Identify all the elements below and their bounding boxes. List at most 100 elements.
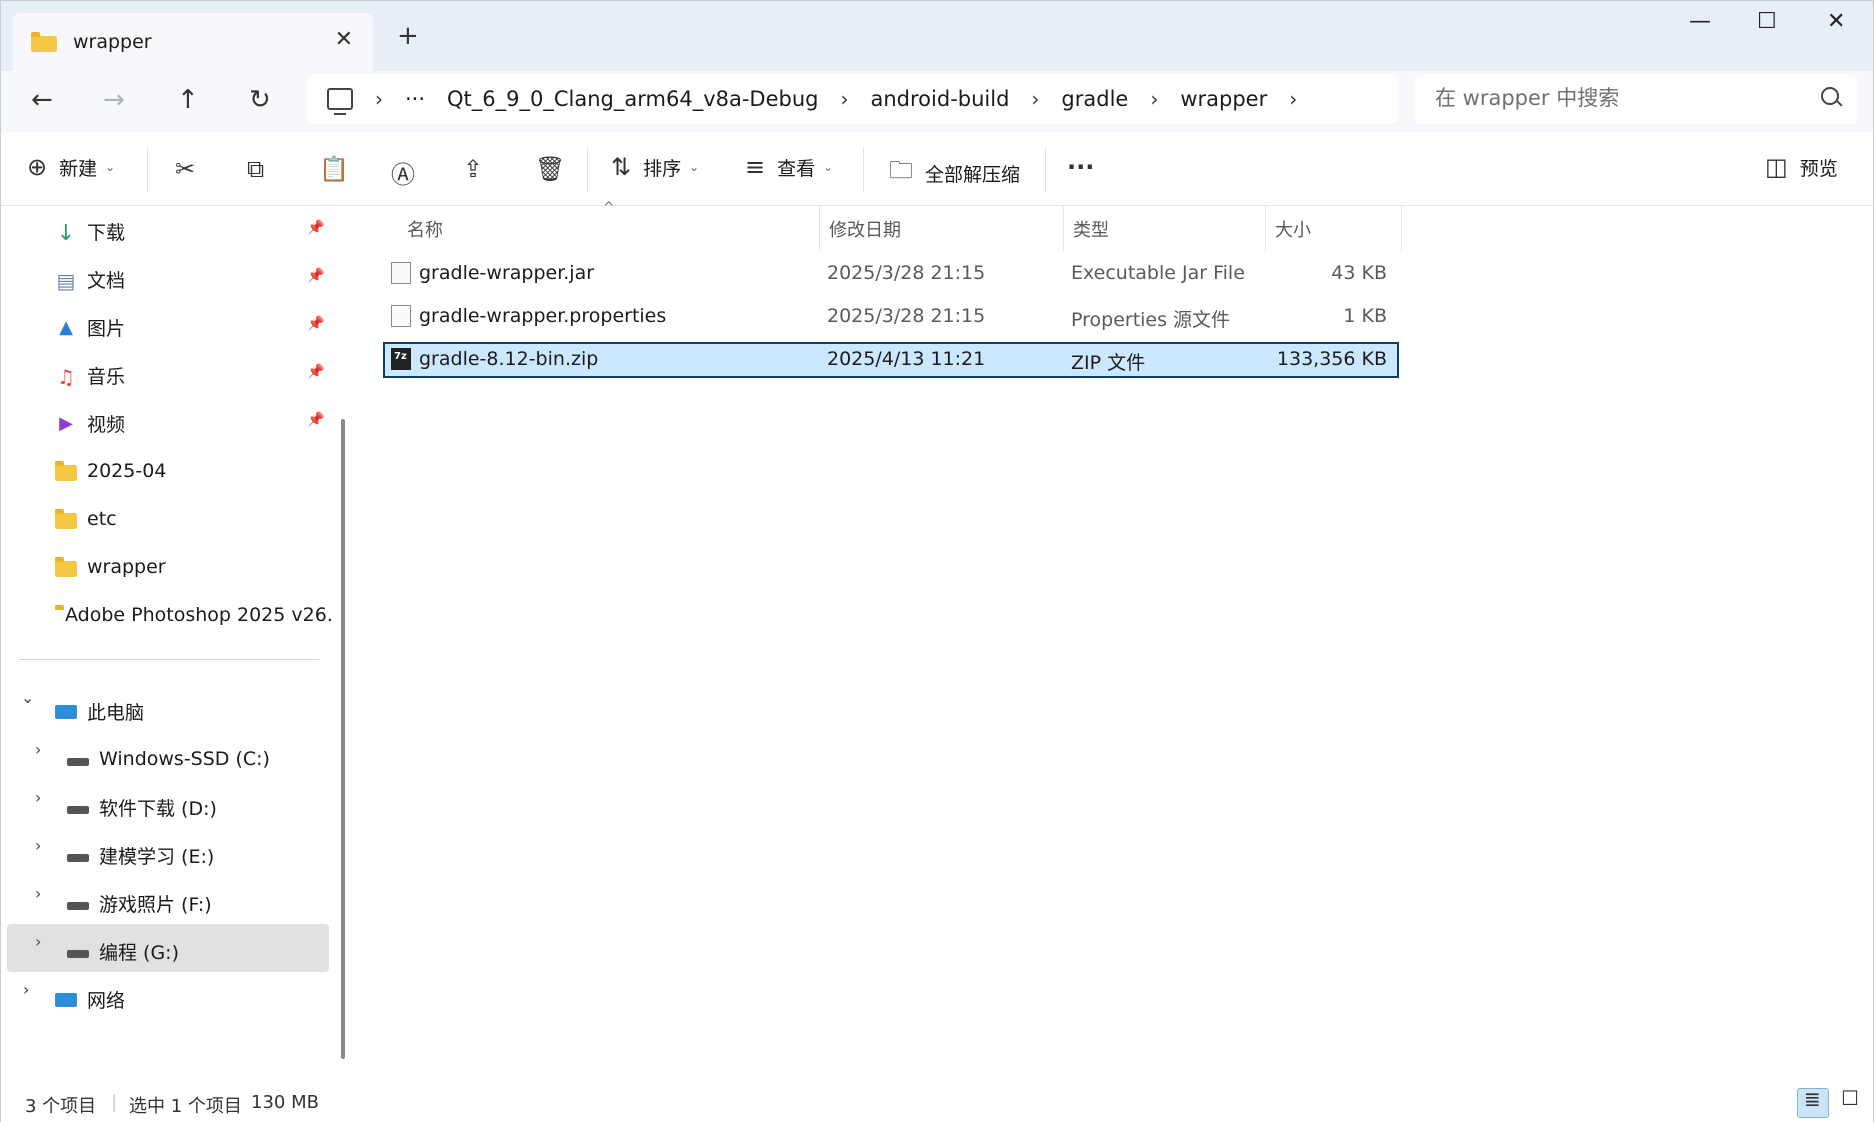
expand-chevron-icon[interactable]: › [35,932,41,951]
refresh-button[interactable]: ↻ [249,85,271,115]
sidebar-item-this-pc[interactable]: 此电脑 [55,688,144,734]
more-options-button[interactable]: ··· [1067,153,1094,181]
search-input[interactable] [1433,85,1797,111]
music-icon: ♫ [57,365,75,389]
cut-icon[interactable]: ✂ [175,155,195,183]
column-header-type[interactable]: 类型 [1073,206,1253,252]
expand-chevron-icon[interactable]: › [35,836,41,855]
pin-icon[interactable]: 📌 [307,364,324,380]
drive-icon [67,854,89,862]
pin-icon[interactable]: 📌 [307,316,324,332]
up-button[interactable]: ↑ [177,85,199,115]
forward-button[interactable]: → [103,85,125,115]
pin-icon[interactable]: 📌 [307,220,324,236]
column-separator[interactable] [1265,206,1266,252]
toolbar-divider [147,147,148,193]
selected-count: 选中 1 个项目 [129,1096,242,1117]
network-icon [55,993,77,1007]
sidebar-item-folder-2025-04[interactable]: 2025-04 [55,448,166,494]
view-button[interactable]: ≡ 查看 ⌄ [745,153,833,181]
sort-button[interactable]: ⇅ 排序 ⌄ [611,153,699,181]
expand-chevron-icon[interactable]: › [35,740,41,759]
chevron-down-icon: ⌄ [105,160,116,174]
table-row[interactable]: gradle-wrapper.properties 2025/3/28 21:1… [383,299,1399,335]
close-tab-button[interactable]: ✕ [335,27,353,52]
copy-icon[interactable]: ⧉ [247,155,264,183]
view-icon: ≡ [745,153,766,181]
sidebar-item-label: 游戏照片 (F:) [99,893,212,916]
column-header-label: 名称 [407,220,443,241]
pin-icon[interactable]: 📌 [307,268,324,284]
breadcrumb-gradle[interactable]: gradle [1061,87,1128,111]
sidebar-item-network[interactable]: 网络 [55,976,125,1022]
column-header-name[interactable]: 名称 [407,206,767,252]
status-bar: 3 个项目 | 选中 1 个项目 130 MB ≣ ☐ [1,1086,1873,1122]
rename-icon[interactable]: Ⓐ [391,155,415,190]
column-header-date[interactable]: 修改日期 [829,206,1049,252]
collapse-chevron-icon[interactable]: ⌄ [21,688,34,707]
toolbar-divider [1045,147,1046,193]
breadcrumb-qt-debug[interactable]: Qt_6_9_0_Clang_arm64_v8a-Debug [447,87,818,111]
file-name: gradle-8.12-bin.zip [419,348,599,370]
sidebar-item-pictures[interactable]: ▲ 图片 [55,304,125,350]
column-header-size[interactable]: 大小 [1275,206,1395,252]
column-separator[interactable] [1063,206,1064,252]
file-date: 2025/4/13 11:21 [827,348,986,370]
breadcrumb-chevron-icon[interactable]: › [1289,87,1297,111]
close-window-button[interactable]: ✕ [1827,9,1845,34]
sidebar-item-folder-wrapper[interactable]: wrapper [55,544,166,590]
sidebar-item-label: 下载 [87,221,126,244]
expand-chevron-icon[interactable]: › [35,788,41,807]
table-row[interactable]: gradle-wrapper.jar 2025/3/28 21:15 Execu… [383,256,1399,292]
sidebar-item-drive-c[interactable]: Windows-SSD (C:) [67,736,270,782]
tiles-view-button[interactable]: ☐ [1835,1086,1865,1116]
sidebar-item-label: 视频 [87,413,126,436]
breadcrumb-android-build[interactable]: android-build [871,87,1010,111]
breadcrumb-overflow[interactable]: ··· [405,87,425,111]
file-list: ^ 名称 修改日期 类型 大小 gradle-wrapper.jar 2025/… [357,200,1873,1086]
expand-chevron-icon[interactable]: › [23,980,29,999]
extract-all-button[interactable]: 🗀 全部解压缩 [889,153,1020,194]
breadcrumb-chevron-icon[interactable]: › [375,87,383,111]
paste-icon[interactable]: 📋 [319,155,349,183]
breadcrumb-chevron-icon[interactable]: › [1150,87,1158,111]
sidebar-item-videos[interactable]: ▶ 视频 [55,400,125,446]
tab-wrapper[interactable]: wrapper ✕ [13,13,373,71]
sidebar-item-drive-g[interactable]: 编程 (G:) [67,928,179,974]
share-icon[interactable]: ⇪ [463,155,483,183]
breadcrumb-chevron-icon[interactable]: › [1031,87,1039,111]
preview-button[interactable]: ◫ 预览 [1765,153,1838,181]
column-separator[interactable] [819,206,820,252]
table-row-selected[interactable]: gradle-8.12-bin.zip 2025/4/13 11:21 ZIP … [383,342,1399,378]
new-tab-button[interactable]: + [397,21,419,51]
search-box[interactable] [1415,75,1857,123]
search-icon[interactable] [1821,87,1839,105]
details-view-button[interactable]: ≣ [1797,1087,1829,1118]
sidebar-scrollbar[interactable] [341,419,345,1059]
file-name: gradle-wrapper.jar [419,262,595,284]
sidebar-item-drive-f[interactable]: 游戏照片 (F:) [67,880,212,926]
new-button[interactable]: ⊕ 新建 ⌄ [27,153,115,181]
sidebar-item-documents[interactable]: ▤ 文档 [55,256,125,302]
expand-chevron-icon[interactable]: › [35,884,41,903]
minimize-button[interactable]: — [1689,9,1711,34]
column-separator[interactable] [1401,206,1402,252]
sidebar-item-music[interactable]: ♫ 音乐 [55,352,125,398]
back-button[interactable]: ← [31,85,53,115]
file-type: Executable Jar File [1071,262,1245,284]
sidebar-item-drive-e[interactable]: 建模学习 (E:) [67,832,214,878]
computer-icon [327,88,353,115]
delete-icon[interactable]: 🗑 [535,155,565,183]
maximize-button[interactable]: ☐ [1757,9,1777,34]
pin-icon[interactable]: 📌 [307,412,324,428]
breadcrumb-chevron-icon[interactable]: › [841,87,849,111]
sidebar-item-downloads[interactable]: ↓ 下载 [55,208,125,254]
command-bar: ⊕ 新建 ⌄ ✂ ⧉ 📋 Ⓐ ⇪ 🗑 ⇅ 排序 ⌄ ≡ 查看 ⌄ 🗀 全部解压缩… [1,133,1873,206]
address-bar[interactable]: › ··· Qt_6_9_0_Clang_arm64_v8a-Debug › a… [307,75,1399,123]
breadcrumb-wrapper[interactable]: wrapper [1180,87,1267,111]
sidebar-item-drive-d[interactable]: 软件下载 (D:) [67,784,217,830]
sidebar-item-folder-etc[interactable]: etc [55,496,117,542]
drive-icon [67,902,89,910]
sidebar-item-folder-photoshop[interactable]: Adobe Photoshop 2025 v26. [55,592,331,638]
sidebar-item-label: 建模学习 (E:) [99,845,215,868]
